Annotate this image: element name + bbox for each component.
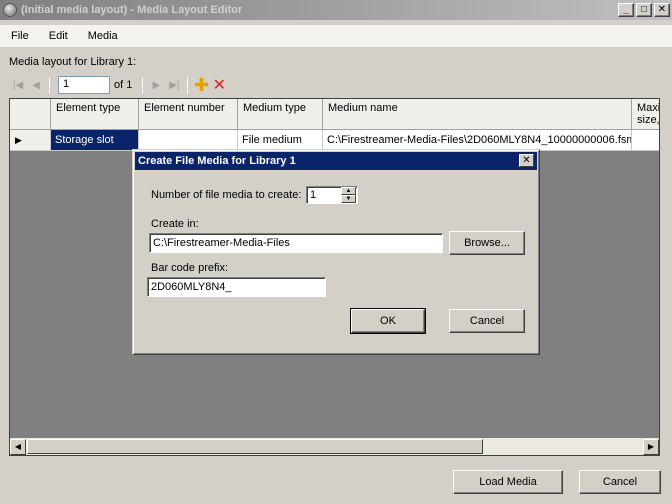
column-header-element-number[interactable]: Element number [139,99,238,130]
cancel-label: Cancel [602,476,638,488]
minimize-button[interactable]: _ [618,3,634,17]
horizontal-scrollbar[interactable]: ◀ ▶ [10,438,659,455]
menu-media[interactable]: Media [77,30,127,42]
first-record-icon[interactable]: |◀ [9,76,27,94]
browse-button[interactable]: Browse... [449,231,525,255]
column-header-max-size[interactable]: Maxi size, [632,99,659,130]
window-title: (Initial media layout) - Media Layout Ed… [21,4,243,16]
scroll-left-icon[interactable]: ◀ [10,438,26,455]
dialog-cancel-label: Cancel [469,315,505,327]
cancel-button[interactable]: Cancel [579,470,661,494]
previous-record-icon[interactable]: ◀ [27,76,45,94]
position-input[interactable]: 1 [58,76,110,94]
menu-file[interactable]: File [0,30,38,42]
load-media-button[interactable]: Load Media [453,470,563,494]
dialog-title-bar: Create File Media for Library 1 ✕ [135,152,537,170]
browse-label: Browse... [464,237,510,249]
spin-up-icon[interactable]: ▲ [341,187,356,195]
column-header-element-type[interactable]: Element type [51,99,139,130]
app-icon [3,3,17,17]
close-button[interactable]: ✕ [654,3,670,17]
cell-medium-type[interactable]: File medium [238,130,323,151]
next-record-icon[interactable]: ▶ [147,76,165,94]
layout-label: Media layout for Library 1: [9,56,137,68]
toolbar-separator [49,77,50,93]
cell-element-number[interactable] [139,130,238,151]
barcode-prefix-label: Bar code prefix: [151,262,229,274]
ok-button[interactable]: OK [350,308,426,334]
load-media-label: Load Media [479,476,537,488]
column-header-medium-type[interactable]: Medium type [238,99,323,130]
current-row-arrow-icon: ▶ [15,135,22,145]
scroll-right-icon[interactable]: ▶ [643,438,659,455]
media-count-spinner[interactable]: 1 ▲ ▼ [306,186,358,204]
last-record-icon[interactable]: ▶| [165,76,183,94]
spin-down-icon[interactable]: ▼ [341,195,356,203]
create-file-media-dialog: Create File Media for Library 1 ✕ Number… [132,149,540,355]
column-header-medium-name[interactable]: Medium name [323,99,632,130]
delete-icon[interactable]: ✕ [210,76,228,94]
scrollbar-thumb[interactable] [27,439,483,454]
toolbar-separator [142,77,144,93]
menu-bar: File Edit Media [0,25,672,47]
navigator-toolbar: |◀ ◀ 1 of 1 ▶ ▶| ✚ ✕ [9,74,660,96]
count-label: Number of file media to create: [151,189,302,201]
barcode-prefix-field[interactable]: 2D060MLY8N4_ [147,277,326,297]
menu-edit[interactable]: Edit [38,30,77,42]
maximize-button[interactable]: □ [636,3,652,17]
create-in-field[interactable]: C:\Firestreamer-Media-Files [149,233,443,253]
count-label: of 1 [114,79,133,91]
dialog-title: Create File Media for Library 1 [138,155,296,167]
row-header[interactable]: ▶ [10,130,51,151]
title-bar: (Initial media layout) - Media Layout Ed… [0,0,672,20]
create-in-label: Create in: [151,218,199,230]
cell-medium-name[interactable]: C:\Firestreamer-Media-Files\2D060MLY8N4_… [323,130,632,151]
row-header-corner [10,99,51,130]
dialog-close-icon[interactable]: ✕ [519,154,534,167]
cell-element-type[interactable]: Storage slot [51,130,139,151]
ok-label: OK [380,315,396,327]
add-new-icon[interactable]: ✚ [192,75,210,95]
media-count-value[interactable]: 1 [310,189,316,201]
cell-max-size[interactable] [632,130,659,151]
dialog-cancel-button[interactable]: Cancel [449,309,525,333]
toolbar-separator [187,77,189,93]
